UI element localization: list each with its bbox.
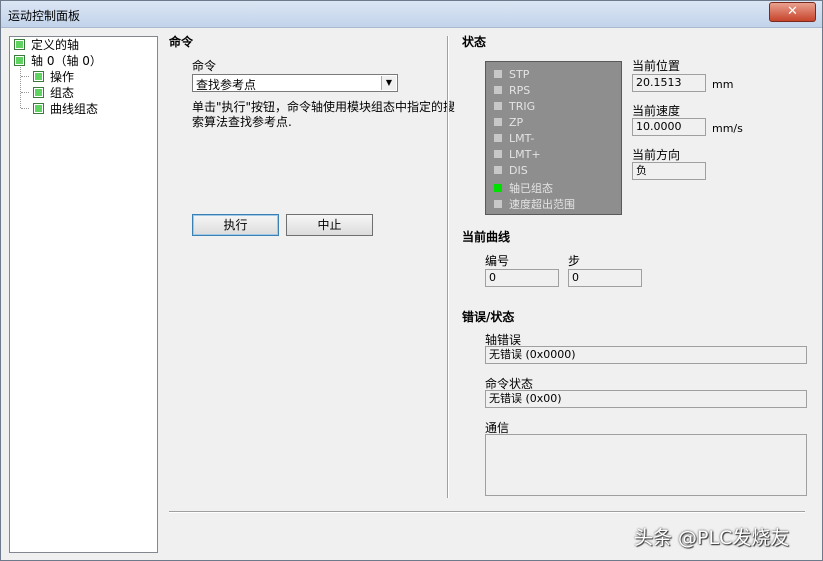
led-icon (494, 200, 502, 208)
direction-field: 负 (632, 162, 706, 180)
profile-number-label: 编号 (485, 254, 510, 268)
led-icon (494, 86, 502, 94)
command-status-field: 无错误 (0x00) (485, 390, 807, 408)
profile-step-field: 0 (568, 269, 642, 287)
status-flag-axis-configured: 轴已组态 (494, 180, 553, 195)
tree-item-label: 曲线组态 (50, 102, 99, 116)
status-flag-label: DIS (509, 164, 528, 177)
profile-heading: 当前曲线 (462, 230, 511, 244)
position-field: 20.1513 (632, 74, 706, 92)
led-icon (494, 166, 502, 174)
tree-item-operation[interactable]: 操作 (33, 70, 74, 85)
abort-button[interactable]: 中止 (286, 214, 373, 236)
tree-item-label: 轴 0（轴 0） (31, 54, 102, 68)
status-flag-label: 轴已组态 (509, 182, 553, 195)
speed-unit: mm/s (712, 122, 743, 135)
led-icon (494, 184, 502, 192)
watermark: 头条 @PLC发烧友 (634, 527, 790, 549)
status-flag-dis: DIS (494, 164, 528, 178)
axis-error-field: 无错误 (0x0000) (485, 346, 807, 364)
status-flag-trig: TRIG (494, 100, 535, 114)
status-heading: 状态 (462, 35, 487, 49)
command-label: 命令 (192, 59, 217, 73)
status-flag-label: 速度超出范围 (509, 198, 575, 211)
axis-tree: 定义的轴 轴 0（轴 0） 操作 组态 曲线组态 (9, 36, 158, 553)
direction-label: 当前方向 (632, 148, 681, 162)
error-heading: 错误/状态 (462, 310, 515, 324)
title-bar: 运动控制面板 ✕ (1, 1, 822, 28)
command-select[interactable]: 查找参考点 ▼ (192, 74, 398, 92)
position-unit: mm (712, 78, 734, 91)
status-flag-stp: STP (494, 68, 529, 82)
status-flag-lmt-plus: LMT+ (494, 148, 541, 162)
status-flag-zp: ZP (494, 116, 523, 130)
client-area: 定义的轴 轴 0（轴 0） 操作 组态 曲线组态 命令 命令 查找参考点 ▼ 单… (2, 28, 821, 560)
status-flag-label: ZP (509, 116, 524, 129)
led-icon (494, 70, 502, 78)
close-button[interactable]: ✕ (769, 2, 816, 22)
bottom-divider (169, 511, 805, 513)
tree-item-axis-0[interactable]: 轴 0（轴 0） (14, 54, 102, 69)
tree-connector (21, 92, 29, 93)
status-flag-label: TRIG (509, 100, 536, 113)
tree-item-configuration[interactable]: 组态 (33, 86, 74, 101)
node-status-icon (33, 87, 44, 98)
tree-connector (21, 76, 29, 77)
status-flag-lmt-minus: LMT- (494, 132, 534, 146)
section-divider (447, 36, 449, 498)
command-heading: 命令 (169, 35, 194, 49)
status-flag-label: RPS (509, 84, 531, 97)
led-icon (494, 134, 502, 142)
execute-button[interactable]: 执行 (192, 214, 279, 236)
node-status-icon (14, 39, 25, 50)
led-icon (494, 118, 502, 126)
window-title: 运动控制面板 (8, 9, 81, 23)
led-icon (494, 102, 502, 110)
tree-connector (21, 108, 29, 109)
status-flags-panel: STP RPS TRIG ZP LMT- LMT+ DIS 轴已组态 速度超出范… (485, 61, 622, 215)
tree-item-label: 操作 (50, 70, 75, 84)
command-select-value: 查找参考点 (196, 78, 257, 92)
tree-item-label: 定义的轴 (31, 38, 80, 52)
status-flag-label: LMT- (509, 132, 535, 145)
motion-control-panel-window: 运动控制面板 ✕ 定义的轴 轴 0（轴 0） 操作 组态 曲线组态 命令 命令 … (0, 0, 823, 561)
tree-item-defined-axes[interactable]: 定义的轴 (14, 38, 79, 53)
status-flag-label: LMT+ (509, 148, 541, 161)
chevron-down-icon[interactable]: ▼ (381, 76, 396, 90)
profile-number-field: 0 (485, 269, 559, 287)
position-label: 当前位置 (632, 59, 681, 73)
speed-label: 当前速度 (632, 104, 681, 118)
node-status-icon (33, 103, 44, 114)
communication-field (485, 434, 807, 496)
led-icon (494, 150, 502, 158)
speed-field: 10.0000 (632, 118, 706, 136)
node-status-icon (33, 71, 44, 82)
profile-step-label: 步 (568, 254, 581, 268)
tree-item-label: 组态 (50, 86, 75, 100)
status-flag-speed-out-of-range: 速度超出范围 (494, 196, 575, 211)
node-status-icon (14, 55, 25, 66)
status-flag-label: STP (509, 68, 530, 81)
command-description: 单击"执行"按钮，命令轴使用模块组态中指定的搜索算法查找参考点. (192, 100, 456, 129)
tree-item-profile-config[interactable]: 曲线组态 (33, 102, 98, 117)
status-flag-rps: RPS (494, 84, 530, 98)
